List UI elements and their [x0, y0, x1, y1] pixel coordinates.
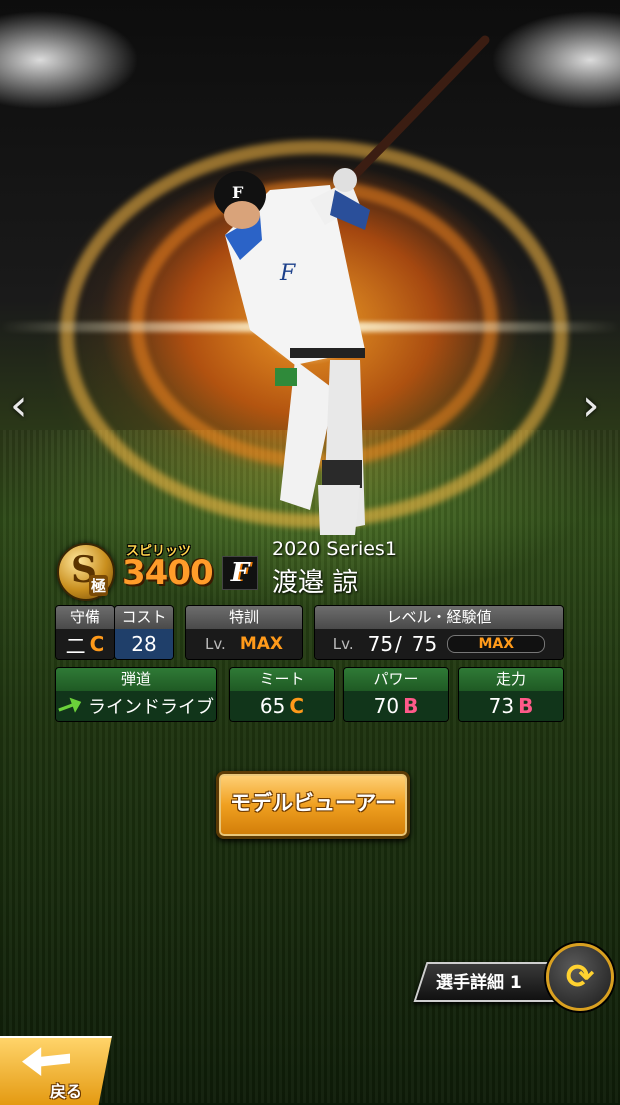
power-grade: B	[403, 694, 419, 718]
position-value: 二	[65, 633, 86, 658]
level-value-box: Lv. 75 / 75 MAX	[315, 629, 563, 659]
level-lv-prefix: Lv.	[332, 635, 354, 653]
svg-text:F: F	[232, 183, 244, 202]
trajectory-label: 弾道	[56, 668, 216, 691]
meet-value-box: 65 C	[230, 691, 334, 721]
model-viewer-button[interactable]: モデルビューアー	[216, 771, 410, 839]
cost-label: コスト	[115, 606, 173, 629]
exp-gauge: MAX	[447, 635, 546, 653]
speed-value: 73	[488, 694, 515, 718]
meet-grade: C	[289, 694, 305, 718]
power-value: 70	[373, 694, 400, 718]
meet-stat: ミート 65 C	[230, 668, 334, 721]
level-max: 75	[411, 632, 438, 656]
level-label: レベル・経験値	[315, 606, 563, 629]
trajectory-value: ラインドライブ	[88, 697, 214, 718]
training-value-box: Lv. MAX	[186, 629, 302, 659]
player-image: F F	[214, 35, 490, 535]
training-label: 特訓	[186, 606, 302, 629]
training-lv-prefix: Lv.	[204, 635, 226, 653]
spirits-value: 3400	[122, 553, 214, 593]
position-value-box: 二 C	[56, 629, 114, 659]
refresh-icon: ⟳	[565, 957, 595, 997]
speed-label: 走力	[459, 668, 563, 691]
meet-label: ミート	[230, 668, 334, 691]
back-arrow-icon	[22, 1047, 70, 1076]
speed-stat: 走力 73 B	[459, 668, 563, 721]
level-current: 75	[367, 632, 394, 656]
prev-card-button[interactable]: ‹	[10, 380, 28, 431]
position-stat: 守備 二 C	[56, 606, 114, 659]
trajectory-value-box: ラインドライブ	[56, 691, 216, 721]
exp-gauge-label: MAX	[478, 636, 515, 652]
power-stat: パワー 70 B	[344, 668, 448, 721]
refresh-button[interactable]: ⟳	[546, 943, 614, 1011]
speed-value-box: 73 B	[459, 691, 563, 721]
series-label: 2020 Series1	[272, 538, 397, 560]
back-button[interactable]: 戻る	[0, 1036, 112, 1105]
training-value: MAX	[239, 634, 284, 654]
next-card-button[interactable]: ›	[582, 380, 600, 431]
player-detail-label[interactable]: 選手詳細 1	[436, 968, 522, 993]
position-grade: C	[89, 632, 105, 656]
speed-grade: B	[518, 694, 534, 718]
arrow-up-right-icon	[56, 694, 84, 717]
svg-text:F: F	[279, 261, 296, 286]
trajectory-stat: 弾道 ラインドライブ	[56, 668, 216, 721]
training-stat: 特訓 Lv. MAX	[186, 606, 302, 659]
meet-value: 65	[259, 694, 286, 718]
team-logo-icon: F	[222, 556, 258, 590]
rank-badge: S 極	[57, 543, 115, 601]
position-label: 守備	[56, 606, 114, 629]
player-name: 渡邉 諒	[272, 568, 359, 598]
cost-value: 28	[115, 629, 173, 659]
back-label: 戻る	[50, 1082, 83, 1101]
rank-sub-label: 極	[89, 575, 109, 596]
cost-stat: コスト 28	[115, 606, 173, 659]
power-value-box: 70 B	[344, 691, 448, 721]
power-label: パワー	[344, 668, 448, 691]
level-stat: レベル・経験値 Lv. 75 / 75 MAX	[315, 606, 563, 659]
